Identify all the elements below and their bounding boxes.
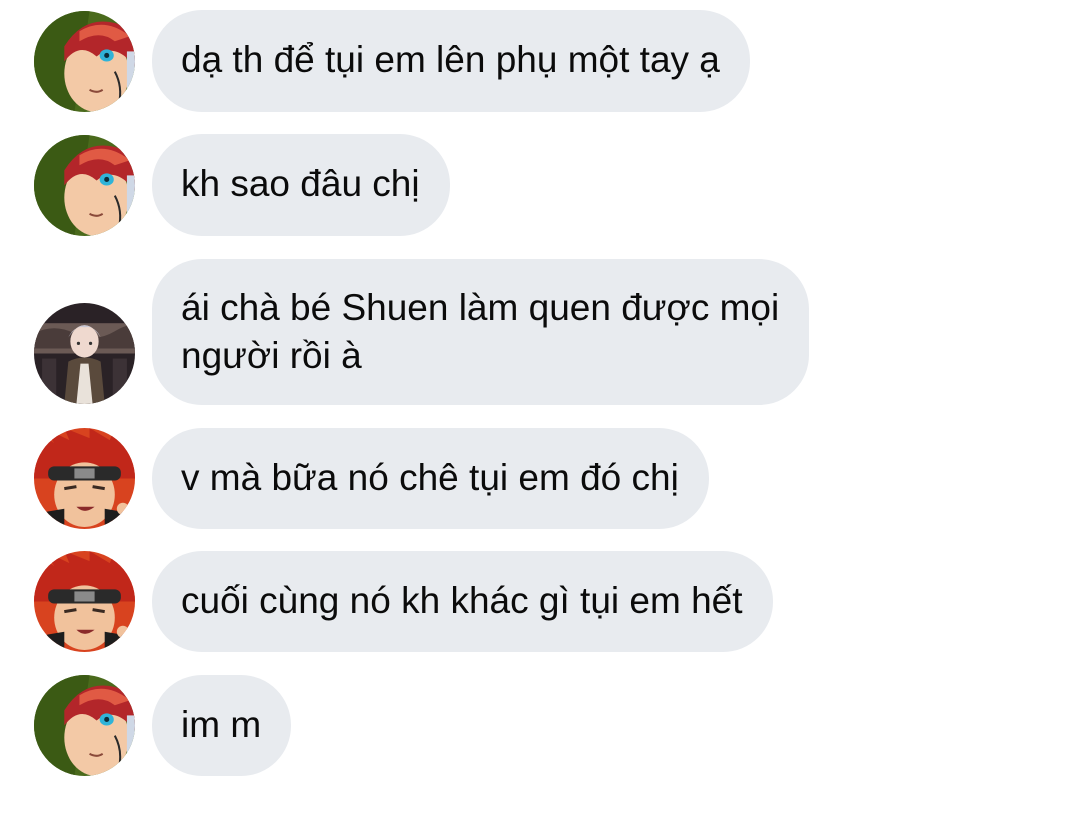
red-green-hair-boy-avatar-icon[interactable] — [34, 675, 135, 776]
message-text: kh sao đâu chị — [181, 163, 420, 204]
red-spiky-hair-headband-boy-avatar-icon[interactable] — [34, 551, 135, 652]
message-bubble[interactable]: kh sao đâu chị — [152, 134, 450, 236]
red-green-hair-boy-avatar-icon[interactable] — [34, 11, 135, 112]
message-text: dạ th để tụi em lên phụ một tay ạ — [181, 39, 720, 80]
chat-message: dạ th để tụi em lên phụ một tay ạ — [0, 10, 1080, 112]
chat-message: cuối cùng nó kh khác gì tụi em hết — [0, 551, 1080, 652]
chat-message: kh sao đâu chị — [0, 134, 1080, 236]
message-bubble[interactable]: ái chà bé Shuen làm quen được mọi người … — [152, 259, 810, 405]
chat-message: v mà bữa nó chê tụi em đó chị — [0, 428, 1080, 529]
message-text: cuối cùng nó kh khác gì tụi em hết — [181, 580, 743, 621]
chat-message: im m — [0, 675, 1080, 776]
message-bubble[interactable]: cuối cùng nó kh khác gì tụi em hết — [152, 551, 773, 652]
red-green-hair-boy-avatar-icon[interactable] — [34, 135, 135, 236]
red-spiky-hair-headband-boy-avatar-icon[interactable] — [34, 428, 135, 529]
message-bubble[interactable]: dạ th để tụi em lên phụ một tay ạ — [152, 10, 750, 112]
silver-hair-man-avatar-icon[interactable] — [34, 303, 135, 404]
message-text: im m — [181, 704, 262, 745]
message-text: v mà bữa nó chê tụi em đó chị — [181, 457, 679, 498]
message-text-line-2: người rồi à — [181, 335, 362, 376]
chat-message: ái chà bé Shuen làm quen được mọi người … — [0, 259, 1080, 405]
message-bubble[interactable]: v mà bữa nó chê tụi em đó chị — [152, 428, 709, 529]
message-bubble[interactable]: im m — [152, 675, 292, 776]
message-text-line-1: ái chà bé Shuen làm quen được mọi — [181, 287, 780, 328]
